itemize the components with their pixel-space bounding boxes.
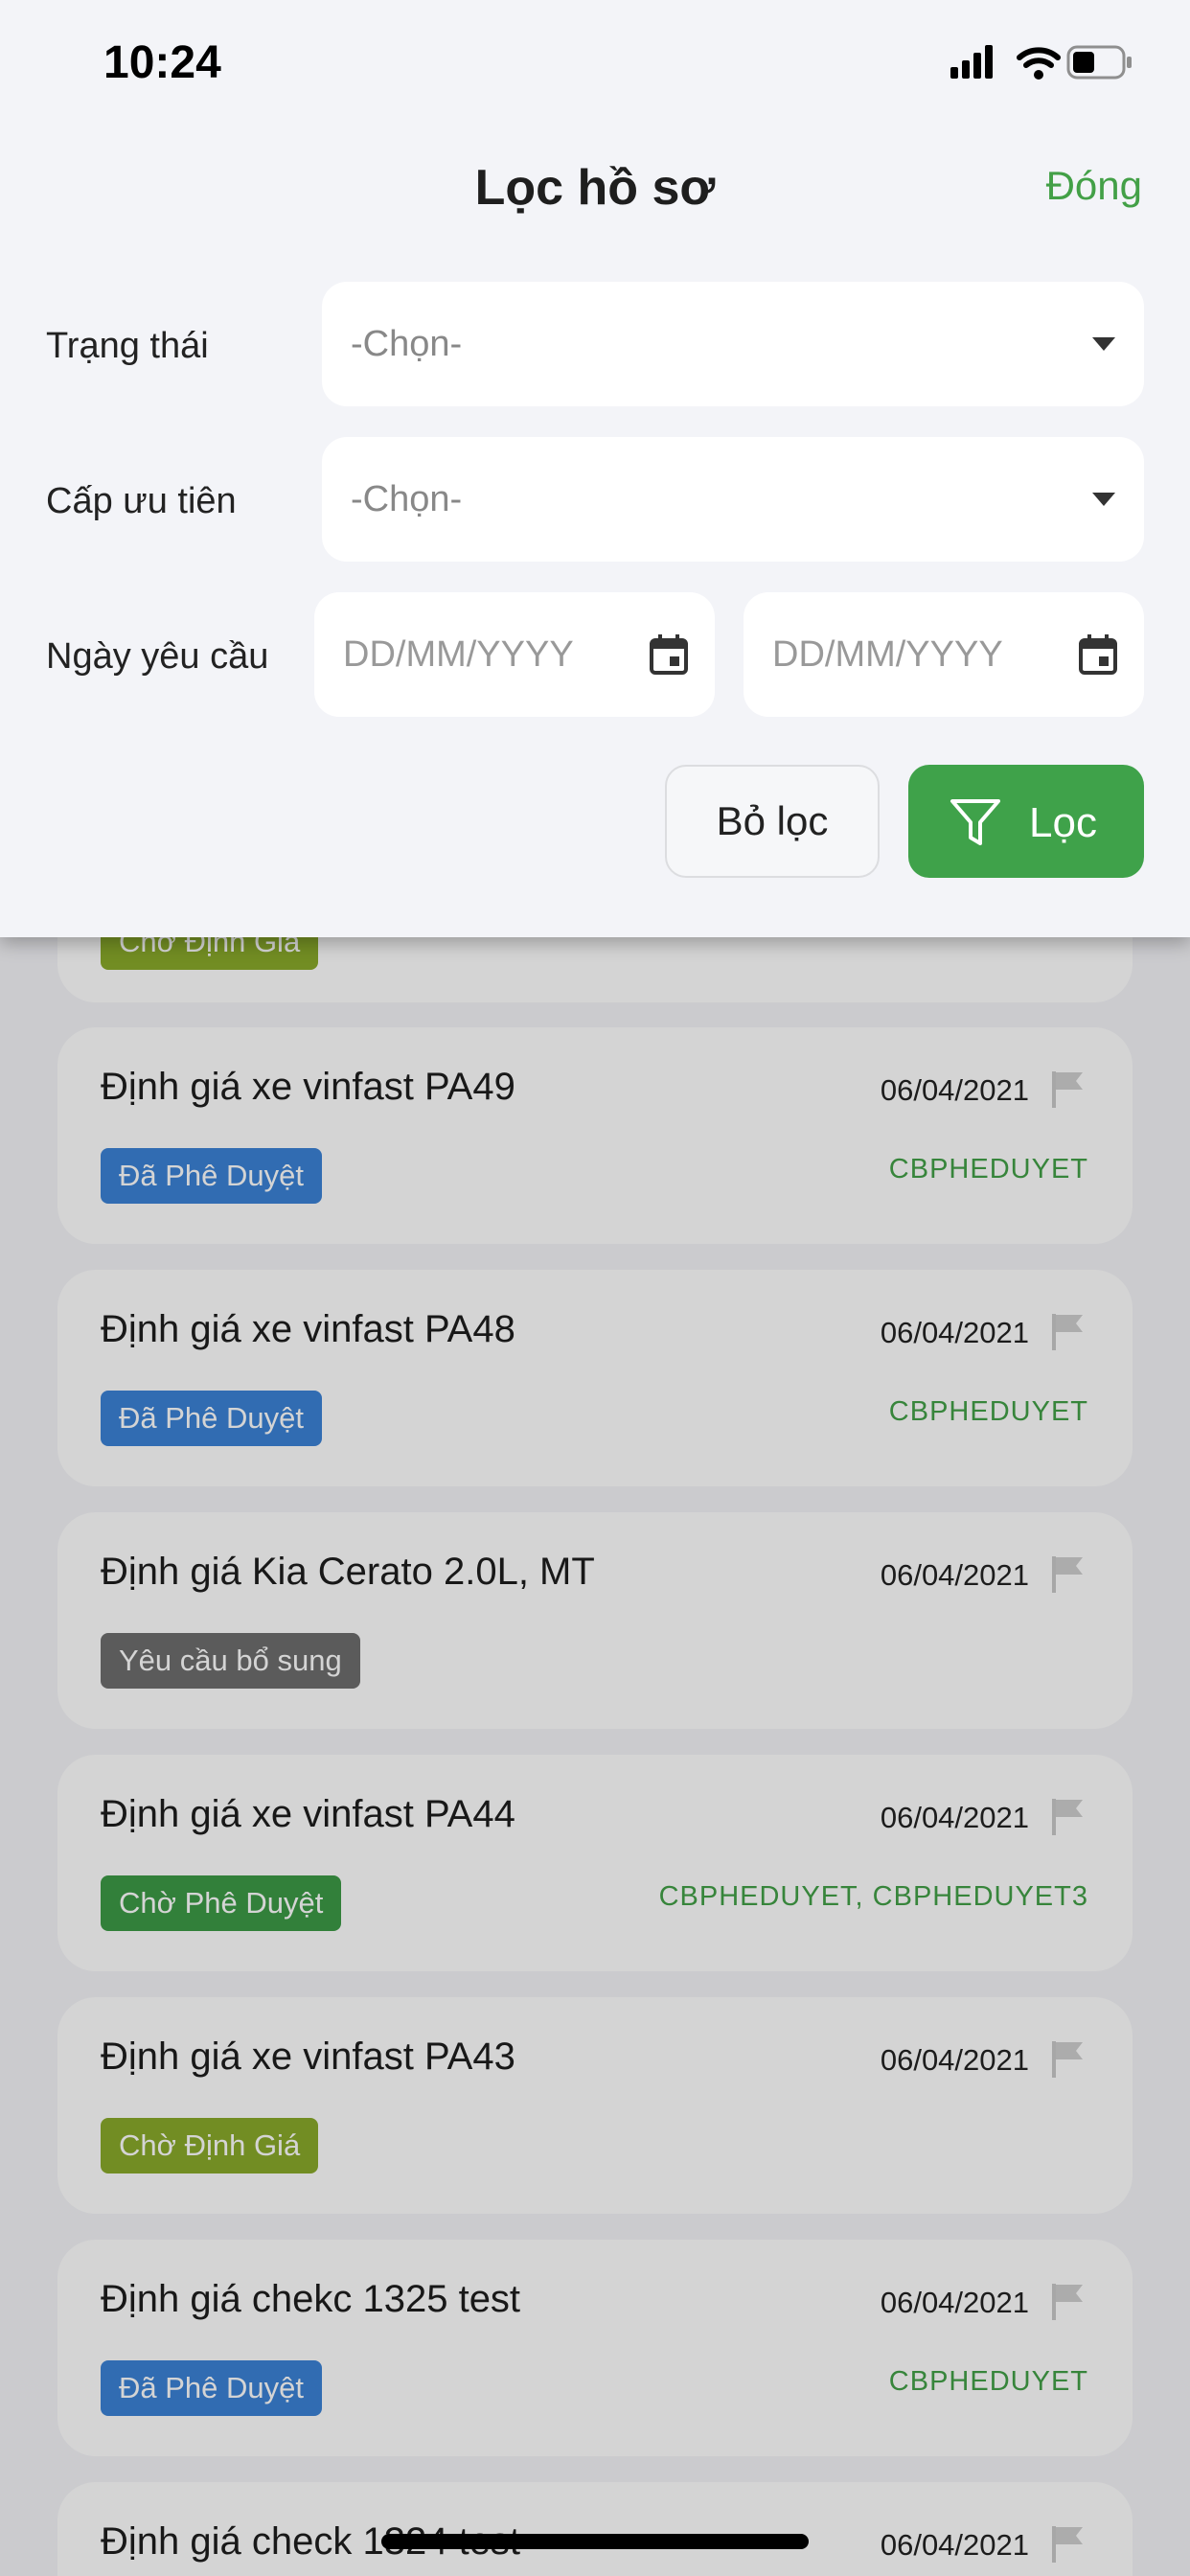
filter-sheet: 10:24 Lọc hồ sơ Đóng Trạng thái -Chọn- C…: [0, 0, 1190, 937]
home-indicator[interactable]: [381, 2534, 809, 2549]
wifi-icon: [1017, 47, 1061, 80]
priority-label: Cấp ưu tiên: [46, 481, 237, 521]
date-to-input[interactable]: DD/MM/YYYY: [744, 592, 1144, 717]
status-select-value: -Chọn-: [351, 324, 463, 364]
status-bar-icons: [950, 45, 1132, 80]
calendar-icon[interactable]: [1079, 634, 1117, 675]
close-button[interactable]: Đóng: [1046, 163, 1142, 209]
status-select[interactable]: -Chọn-: [322, 282, 1144, 406]
chevron-down-icon: [1092, 493, 1115, 506]
priority-select[interactable]: -Chọn-: [322, 437, 1144, 562]
sheet-title: Lọc hồ sơ: [474, 160, 716, 216]
apply-filter-label: Lọc: [1029, 799, 1097, 846]
status-label: Trạng thái: [46, 326, 209, 366]
priority-select-value: -Chọn-: [351, 479, 463, 519]
chevron-down-icon: [1092, 337, 1115, 351]
battery-icon: [1066, 45, 1132, 80]
filter-icon: [950, 799, 1000, 845]
clear-filter-button[interactable]: Bỏ lọc: [665, 765, 880, 878]
date-to-placeholder: DD/MM/YYYY: [772, 634, 1003, 675]
cellular-signal-icon: [950, 45, 993, 79]
calendar-icon[interactable]: [650, 634, 688, 675]
date-from-placeholder: DD/MM/YYYY: [343, 634, 574, 675]
apply-filter-button[interactable]: Lọc: [908, 765, 1144, 878]
status-bar-time: 10:24: [103, 37, 221, 88]
request-date-label: Ngày yêu cầu: [46, 636, 269, 677]
date-from-input[interactable]: DD/MM/YYYY: [314, 592, 715, 717]
